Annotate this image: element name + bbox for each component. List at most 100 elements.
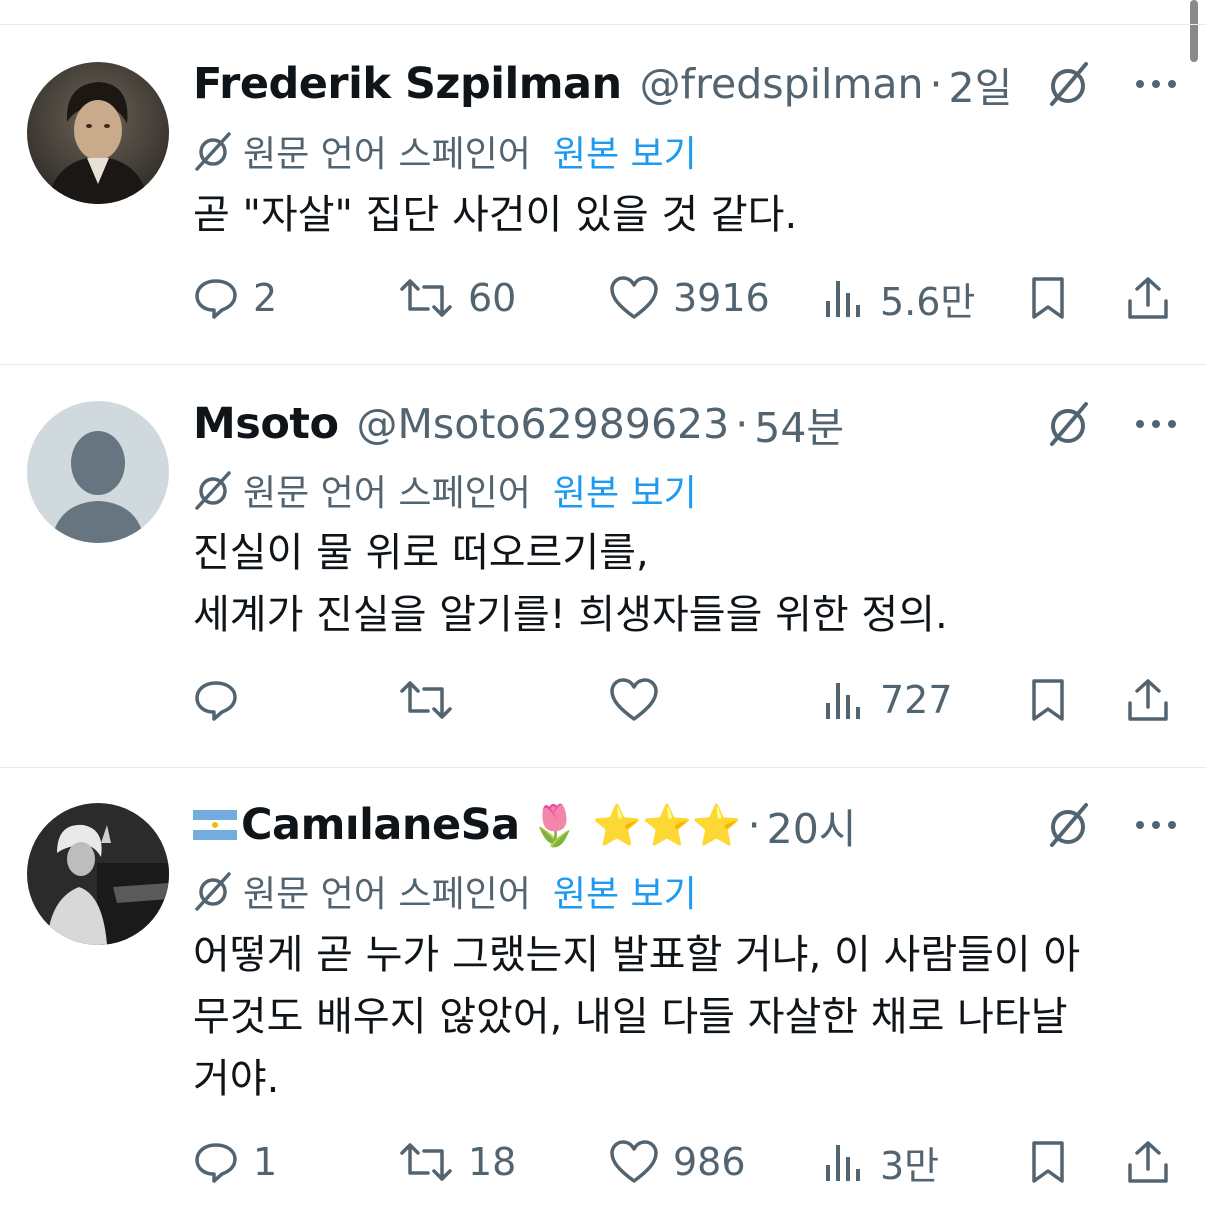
show-original-link[interactable]: 원본 보기 (553, 865, 697, 917)
view-count: 727 (880, 678, 953, 722)
tweet-text: 어떻게 곧 누가 그랬는지 발표할 거냐, 이 사람들이 아 무것도 배우지 않… (193, 924, 1166, 1110)
share-button[interactable] (1125, 672, 1171, 728)
tweet-text: 곧 "자살" 집단 사건이 있을 것 같다. (193, 184, 1166, 246)
display-name[interactable]: Msoto (193, 399, 339, 449)
tweet-header: CamılaneSa 🌷 ⭐⭐⭐ · 20시 (193, 795, 1206, 855)
reply-count: 2 (253, 276, 278, 320)
tweet-header: Frederik Szpilman @fredspilman · 2일 (193, 54, 1206, 114)
repost-icon (400, 1143, 452, 1181)
display-name[interactable]: Frederik Szpilman (193, 59, 622, 109)
repost-icon (400, 681, 452, 719)
default-avatar[interactable] (27, 401, 169, 543)
like-button[interactable] (609, 672, 673, 728)
tweet-actions: 1 18 986 3만 (193, 1134, 1183, 1190)
views-icon (826, 683, 860, 719)
timestamp[interactable]: 2일 (949, 54, 1013, 114)
tweet-actions: 727 (193, 672, 1183, 728)
repost-button[interactable]: 60 (398, 270, 516, 326)
name-emoji: 🌷 ⭐⭐⭐ (529, 802, 742, 849)
like-button[interactable]: 986 (609, 1134, 746, 1190)
repost-count: 18 (468, 1140, 517, 1184)
reply-count: 1 (253, 1140, 278, 1184)
separator-dot: · (929, 60, 943, 108)
bookmark-button[interactable] (1025, 1134, 1071, 1190)
show-original-link[interactable]: 원본 보기 (553, 125, 697, 177)
repost-button[interactable]: 18 (398, 1134, 516, 1190)
views-button[interactable]: 3만 (820, 1134, 939, 1190)
top-divider (0, 24, 1206, 25)
user-handle[interactable]: @fredspilman (640, 60, 924, 108)
argentina-flag-icon (193, 810, 237, 840)
more-options-icon[interactable] (1134, 77, 1178, 91)
tweet-actions: 2 60 3916 5.6만 (193, 270, 1183, 326)
heart-icon (610, 1140, 658, 1183)
bookmark-icon (1032, 679, 1064, 721)
bookmark-icon (1032, 277, 1064, 319)
like-button[interactable]: 3916 (609, 270, 770, 326)
share-icon (1128, 1141, 1168, 1183)
heart-icon (610, 276, 658, 319)
singer-photo-avatar[interactable] (27, 803, 169, 945)
timestamp[interactable]: 20시 (767, 795, 857, 855)
tweet-menu-icons (1044, 60, 1178, 108)
tweet-text-line: 진실이 물 위로 떠오르기를, (193, 530, 649, 576)
reply-button[interactable] (193, 672, 253, 728)
grok-icon[interactable] (1044, 60, 1092, 108)
tweet-divider (0, 767, 1206, 768)
share-button[interactable] (1125, 1134, 1171, 1190)
user-handle[interactable]: @Msoto62989623 (357, 400, 730, 448)
tweet-text-line: 거야. (193, 1056, 280, 1102)
share-icon (1128, 277, 1168, 319)
repost-button[interactable] (398, 672, 468, 728)
scrollbar[interactable] (1190, 0, 1198, 62)
reply-icon (195, 1143, 237, 1183)
reply-button[interactable]: 1 (193, 1134, 277, 1190)
tweet-menu-icons (1044, 400, 1178, 448)
views-icon (826, 281, 860, 317)
like-count: 3916 (673, 276, 770, 320)
share-icon (1128, 679, 1168, 721)
tweet-text-line: 어떻게 곧 누가 그랬는지 발표할 거냐, 이 사람들이 아 (193, 932, 1081, 978)
reply-button[interactable]: 2 (193, 270, 277, 326)
tweet-divider (0, 364, 1206, 365)
timestamp[interactable]: 54분 (754, 394, 844, 454)
like-count: 986 (673, 1140, 746, 1184)
reply-icon (195, 279, 237, 319)
reply-icon (195, 681, 237, 721)
translation-label: 원문 언어 스페인어 (243, 134, 531, 175)
translation-note: 원문 언어 스페인어 원본 보기 (193, 465, 697, 515)
view-count: 5.6만 (880, 279, 976, 324)
tweet-text-line: 세계가 진실을 알기를! 희생자들을 위한 정의. (193, 592, 948, 638)
view-count: 3만 (880, 1143, 940, 1188)
tweet-header: Msoto @Msoto62989623 · 54분 (193, 394, 1206, 454)
translation-note: 원문 언어 스페인어 원본 보기 (193, 126, 697, 176)
bookmark-button[interactable] (1025, 270, 1071, 326)
show-original-link[interactable]: 원본 보기 (553, 464, 697, 516)
grok-icon[interactable] (1044, 400, 1092, 448)
translate-icon (195, 132, 231, 171)
tweet-text-line: 곧 "자살" 집단 사건이 있을 것 같다. (193, 192, 798, 238)
repost-icon (400, 279, 452, 317)
translate-icon (195, 872, 231, 911)
separator-dot: · (735, 400, 749, 448)
tweet-text: 진실이 물 위로 떠오르기를, 세계가 진실을 알기를! 희생자들을 위한 정의… (193, 522, 1166, 646)
grok-icon[interactable] (1044, 801, 1092, 849)
views-button[interactable]: 727 (820, 672, 953, 728)
separator-dot: · (747, 801, 761, 849)
bookmark-icon (1032, 1141, 1064, 1183)
translation-label: 원문 언어 스페인어 (243, 473, 531, 514)
more-options-icon[interactable] (1134, 818, 1178, 832)
more-options-icon[interactable] (1134, 417, 1178, 431)
bookmark-button[interactable] (1025, 672, 1071, 728)
portrait-avatar[interactable] (27, 62, 169, 204)
translate-icon (195, 471, 231, 510)
tweet-text-line: 무것도 배우지 않았어, 내일 다들 자살한 채로 나타날 (193, 994, 1068, 1040)
translation-label: 원문 언어 스페인어 (243, 874, 531, 915)
share-button[interactable] (1125, 270, 1171, 326)
display-name[interactable]: CamılaneSa (241, 800, 520, 850)
tweet-menu-icons (1044, 801, 1178, 849)
repost-count: 60 (468, 276, 517, 320)
heart-icon (610, 678, 658, 721)
translation-note: 원문 언어 스페인어 원본 보기 (193, 866, 697, 916)
views-button[interactable]: 5.6만 (820, 270, 975, 326)
